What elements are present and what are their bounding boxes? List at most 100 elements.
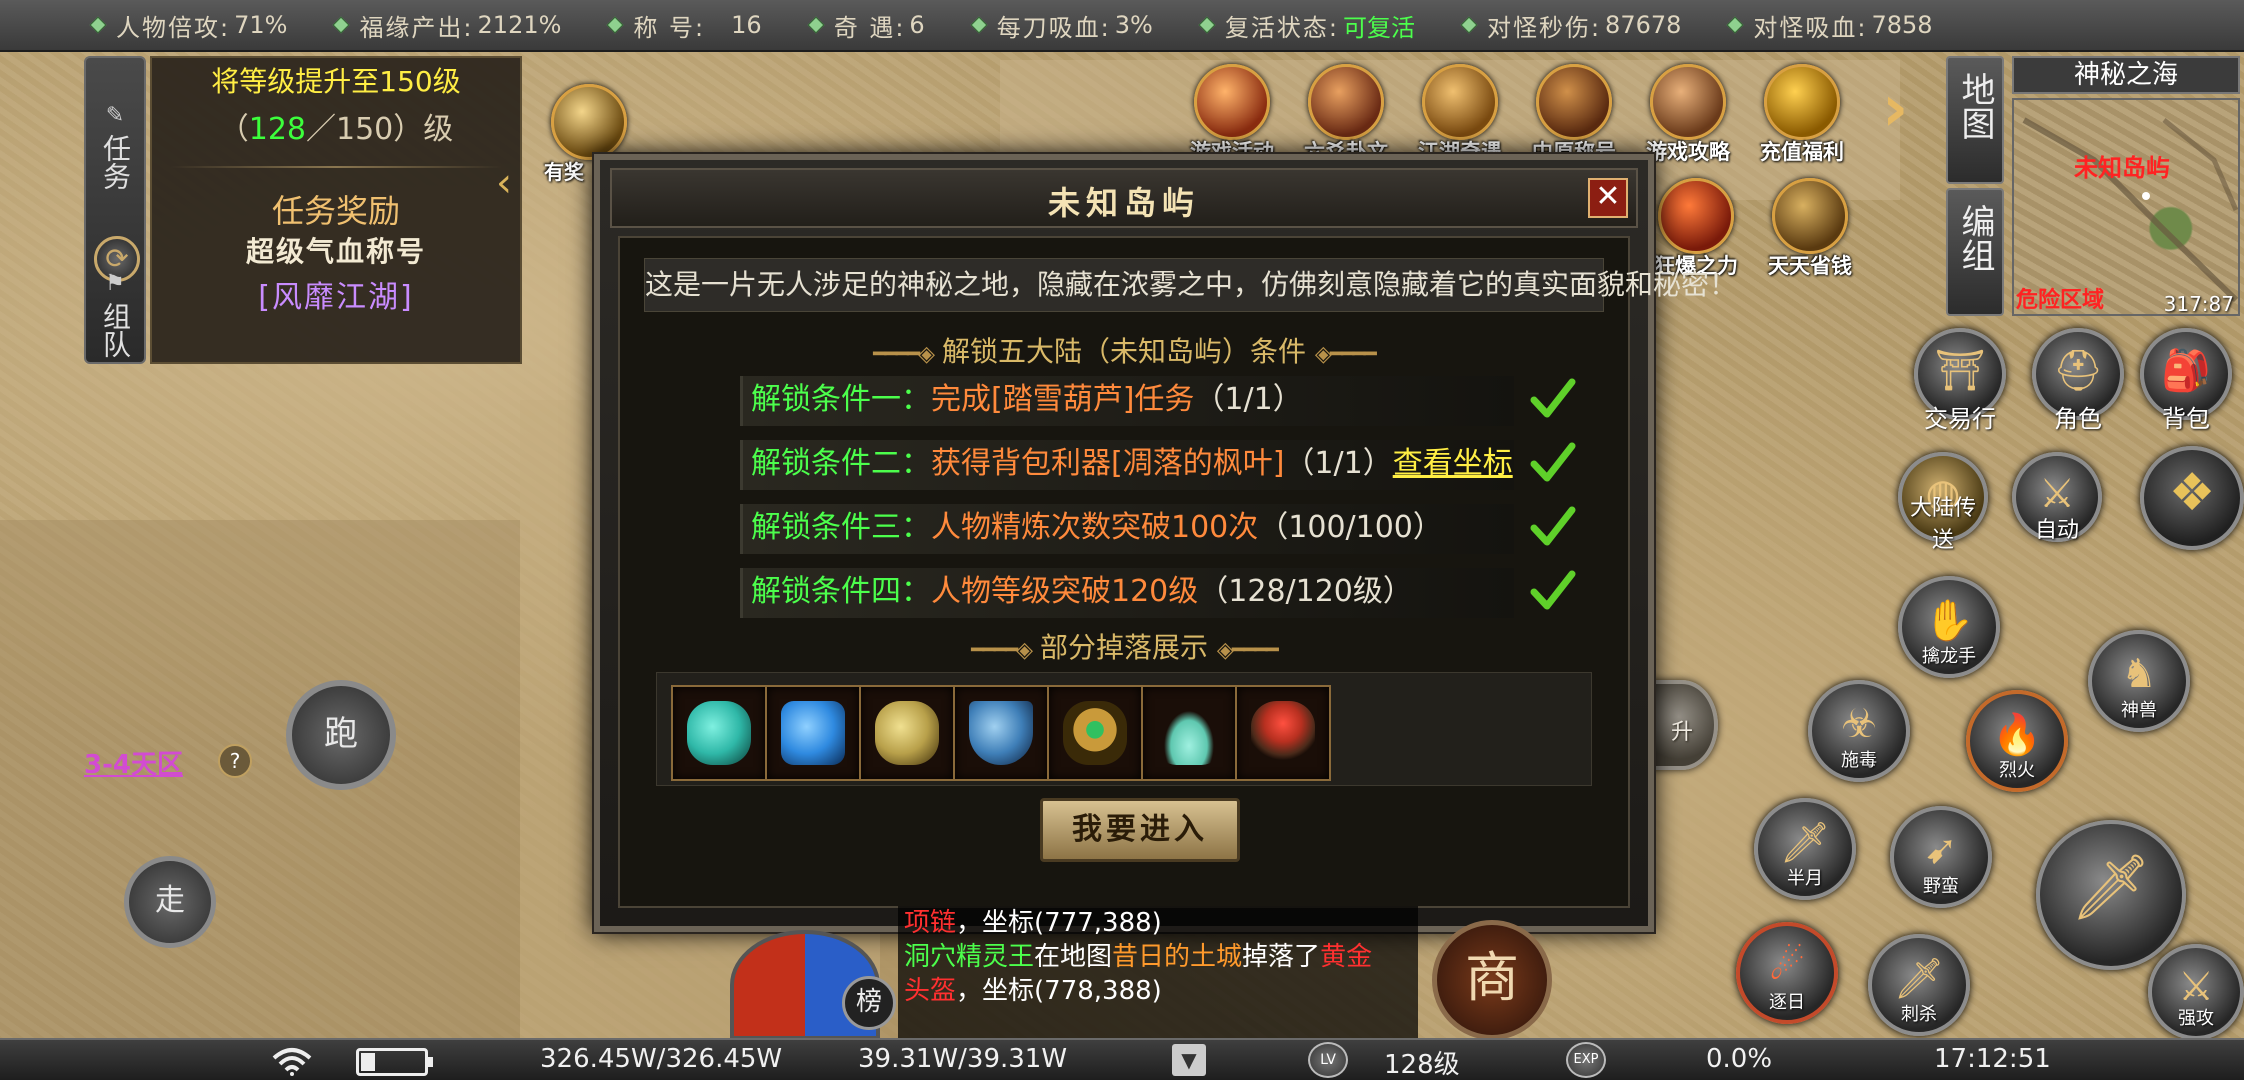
flag-icon: ⚑ [105,271,125,296]
diamond-icon [332,16,350,34]
checkmark-icon [1530,506,1576,546]
minimap-zone: 危险区域 [2016,288,2105,313]
tab-task[interactable]: ✎ 任务 [86,98,144,199]
tab-map[interactable]: 地图 [1946,56,2004,184]
adventure-button[interactable]: 江湖奇遇 [1404,64,1516,166]
continent-teleport-button[interactable]: ◍ 大陆传送 [1898,452,1988,553]
chevron-right-icon[interactable]: › [1882,72,1908,146]
fire-blast-icon: ☄ [1769,942,1805,989]
skill-poison[interactable]: ☣ 施毒 [1808,680,1910,782]
enter-button[interactable]: 我要进入 [1040,798,1240,862]
stat-title-count: 称 号: 16 [606,8,762,43]
divider [170,166,502,168]
battery-icon [356,1048,433,1076]
close-button[interactable]: ✕ [1588,178,1628,218]
skill-upgrade-button[interactable]: 升 [1646,680,1718,770]
quill-icon [1650,64,1726,140]
activity-icon [1194,64,1270,140]
unlock-condition-2: 解锁条件二：获得背包利器[凋落的枫叶]（1/1）查看坐标 [740,440,1514,490]
jade-gourd-icon [687,701,751,765]
main-attack-button[interactable]: 🗡 [2036,820,2186,970]
view-coordinates-link[interactable]: 查看坐标 [1393,446,1513,481]
hp-value: 326.45W/326.45W [540,1044,783,1074]
skill-blaze[interactable]: 🔥 烈火 [1966,690,2068,792]
chat-line: 项链，坐标(777,388) [904,908,1162,938]
dialog-header: 未知岛屿 ✕ [610,168,1638,228]
skill-strong-attack[interactable]: ⚔ 强攻 [2148,944,2244,1040]
skill-chase-sun[interactable]: ☄ 逐日 [1736,922,1838,1024]
skill-dragon-grab[interactable]: ✋ 擒龙手 [1898,576,2000,678]
collapse-arrow-icon[interactable]: ‹ [496,160,512,206]
gift-icon [551,84,627,160]
quest-level-progress: （128／150）级 [218,112,454,147]
game-activity-button[interactable]: 游戏活动 [1176,64,1288,166]
skill-assassinate[interactable]: 🗡 刺杀 [1868,934,1970,1036]
ornament-icon: ◈━━━━ [1216,638,1279,663]
drop-item-slot[interactable] [953,685,1049,781]
auto-battle-button[interactable]: ⚔ 自动 [2012,452,2102,543]
drop-item-slot[interactable] [1141,685,1237,781]
red-pot-icon [1251,701,1315,765]
crossed-swords-icon: ⚔ [2039,470,2075,517]
beast-icon: ♞ [2121,650,2157,697]
fire-sword-icon: 🔥 [1992,711,2042,758]
quest-reward-subtitle: 超级气血称号 [245,235,426,268]
run-button[interactable]: 跑 [286,680,396,790]
skill-barbarian[interactable]: ➹ 野蛮 [1890,806,1992,908]
help-icon[interactable]: ? [218,744,252,778]
skill-divine-beast[interactable]: ♞ 神兽 [2088,630,2190,732]
sword-icon: 🗡 [2070,850,2152,925]
hexagram-button[interactable]: 六爻卦文 [1290,64,1402,166]
diamond-icon [89,16,107,34]
drop-item-slot[interactable] [1235,685,1331,781]
ornament-icon: ◈━━━━ [1314,342,1377,367]
guide-button[interactable]: 游戏攻略 [1632,64,1744,166]
server-zone-label[interactable]: 3-4天区 [84,744,183,781]
drop-item-slot[interactable] [671,685,767,781]
quest-goal: 将等级提升至150级 [211,65,461,98]
shop-button[interactable]: 商 [1432,920,1552,1040]
ornament-icon: ━━━━◈ [971,638,1033,663]
stat-lifesteal-per-hit: 每刀吸血: 3% [970,8,1153,43]
skill-half-moon[interactable]: 🗡 半月 [1754,798,1856,900]
stat-dps-vs-monsters: 对怪秒伤: 87678 [1460,8,1681,43]
walk-button[interactable]: 走 [124,856,216,948]
title-button[interactable]: 中原称号 [1518,64,1630,166]
unknown-island-dialog: 未知岛屿 ✕ 这是一片无人涉足的神秘之地，隐藏在浓雾之中，仿佛刻意隐藏着它的真实… [592,152,1737,934]
quest-panel[interactable]: 将等级提升至150级 （128／150）级 任务奖励 超级气血称号 [风靡江湖] [150,56,522,364]
hexagram-icon [1308,64,1384,140]
player-marker [2142,192,2150,200]
system-chat[interactable]: 项链，坐标(777,388) 洞穴精灵王在地图昔日的土城掉落了黄金 头盔，坐标(… [898,906,1418,1038]
drop-item-slot[interactable] [1047,685,1143,781]
charge-icon: ➹ [1924,826,1958,873]
wifi-icon [272,1048,312,1076]
bottom-status-bar: 326.45W/326.45W 39.31W/39.31W ▼ LV 128级 … [0,1038,2244,1080]
chevron-down-icon[interactable]: ▼ [1172,1044,1206,1076]
diamond-icon [1198,16,1216,34]
recharge-button[interactable]: 充值福利 [1746,64,1858,166]
menu-toggle-button[interactable]: ❖ [2140,446,2244,550]
rank-button[interactable]: 榜 [842,976,896,1030]
trade-button[interactable]: ⛩ 交易行 [1914,328,2006,433]
bag-button[interactable]: 🎒 背包 [2140,328,2232,433]
drop-item-slot[interactable] [765,685,861,781]
checkmark-icon [1530,442,1576,482]
coins-icon [1772,178,1848,254]
blue-crystal-icon [781,701,845,765]
book-icon [1536,64,1612,140]
drop-item-slot[interactable] [859,685,955,781]
clock: 17:12:51 [1934,1044,2051,1074]
rage-power-button[interactable]: 狂爆之力 [1640,178,1752,280]
scroll-icon [1422,64,1498,140]
poison-icon: ☣ [1841,700,1877,747]
tab-group[interactable]: 编组 [1946,188,2004,316]
drops-heading: ━━━━◈ 部分掉落展示 ◈━━━━ [971,631,1279,664]
role-button[interactable]: ⛑ 角色 [2032,328,2124,433]
minimap-place-name: 未知岛屿 [2074,154,2170,182]
diamond-grid-icon: ❖ [2168,463,2216,524]
diamond-icon [1460,16,1478,34]
checkmark-icon [1530,570,1576,610]
minimap[interactable]: 未知岛屿 危险区域 317:87 [2012,98,2240,316]
daily-saving-button[interactable]: 天天省钱 [1754,178,1866,280]
tab-team[interactable]: ⚑ 组队 [86,271,144,367]
